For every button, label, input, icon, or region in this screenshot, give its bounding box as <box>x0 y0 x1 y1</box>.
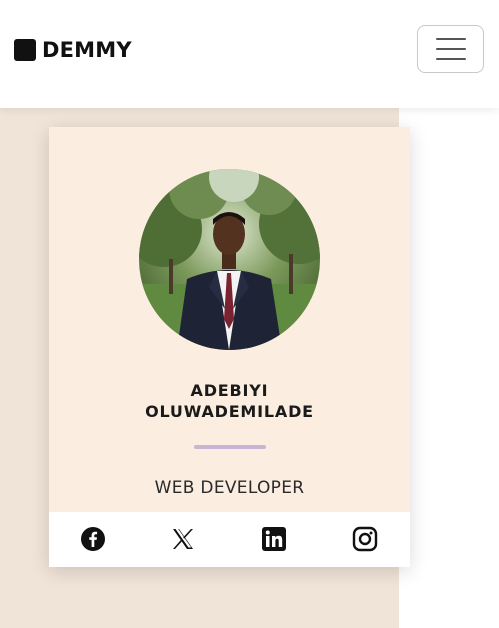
brand-name: DEMMY <box>42 38 132 62</box>
social-links-bar <box>49 512 410 567</box>
x-icon <box>173 529 193 549</box>
navbar: DEMMY <box>0 0 499 108</box>
profile-name-line2: OLUWADEMILADE <box>145 402 314 421</box>
profile-photo <box>139 169 320 350</box>
hamburger-icon-bar <box>435 38 466 40</box>
linkedin-icon <box>262 527 286 551</box>
hamburger-icon-bar <box>435 48 466 50</box>
hamburger-icon-bar <box>435 58 466 60</box>
brand-square-icon <box>14 39 36 61</box>
instagram-link[interactable] <box>351 525 379 553</box>
profile-role: WEB DEVELOPER <box>154 478 305 498</box>
facebook-icon <box>81 527 105 551</box>
profile-name-line1: ADEBIYI <box>190 381 269 400</box>
avatar <box>139 169 320 350</box>
profile-card: ADEBIYI OLUWADEMILADE WEB DEVELOPER <box>49 127 410 567</box>
instagram-icon <box>352 526 378 552</box>
brand-logo[interactable]: DEMMY <box>14 38 132 62</box>
linkedin-link[interactable] <box>260 525 288 553</box>
facebook-link[interactable] <box>79 525 107 553</box>
name-divider <box>194 445 266 449</box>
menu-toggle-button[interactable] <box>417 25 484 73</box>
x-link[interactable] <box>169 525 197 553</box>
